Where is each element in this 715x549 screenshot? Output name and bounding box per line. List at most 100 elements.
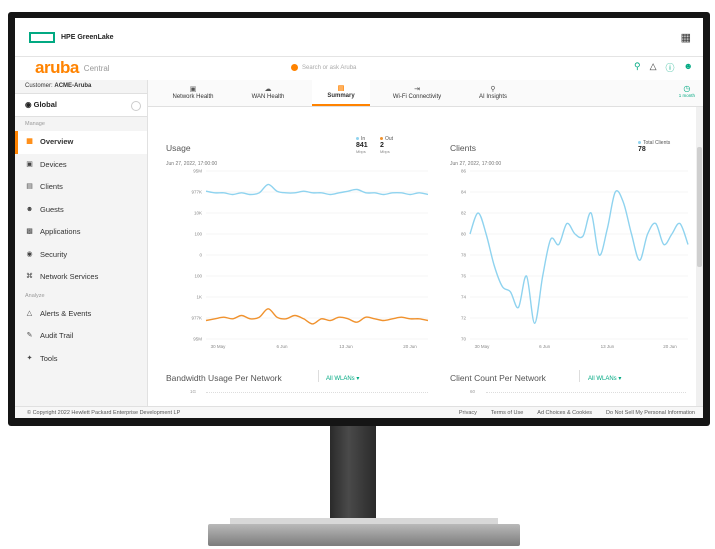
- out-legend-label: Out: [385, 136, 394, 142]
- in-value: 841: [356, 142, 368, 149]
- client-count-tick: 60: [470, 389, 476, 394]
- security-icon: ◉: [26, 250, 33, 258]
- out-value: 2: [380, 142, 384, 149]
- do-not-sell-link[interactable]: Do Not Sell My Personal Information: [606, 410, 695, 416]
- sidebar-item-label: Alerts & Events: [40, 308, 92, 318]
- cloud-icon: ☁: [264, 86, 272, 93]
- divider: [318, 370, 319, 382]
- out-unit: Mbps: [380, 149, 390, 154]
- hpe-header: HPE GreenLake ▦: [15, 18, 703, 57]
- help-icon[interactable]: ⓘ: [666, 61, 675, 74]
- bandwidth-title: Bandwidth Usage Per Network: [166, 373, 282, 383]
- lightbulb-icon: ⚲: [490, 86, 496, 93]
- y-tick-label: 0: [199, 253, 202, 258]
- tab-ai-insights[interactable]: ⚲ AI Insights: [466, 80, 520, 106]
- time-range-label: 1 month: [678, 93, 695, 98]
- sidebar-item-audit-trail[interactable]: ✎ Audit Trail: [15, 325, 147, 348]
- bandwidth-filter-label: All WLANs: [326, 376, 355, 382]
- connectivity-icon: ⇥: [414, 86, 420, 93]
- search-icon[interactable]: ⚲: [634, 61, 641, 74]
- sidebar-item-label: Devices: [40, 159, 67, 169]
- sidebar-item-tools[interactable]: ✦ Tools: [15, 348, 147, 371]
- tab-wifi-connectivity[interactable]: ⇥ Wi-Fi Connectivity: [380, 80, 454, 106]
- tab-label: Wi-Fi Connectivity: [392, 94, 442, 100]
- guests-icon: ☻: [25, 205, 34, 213]
- y-tick-label: 82: [461, 211, 467, 216]
- x-tick-label: 20 Jun: [403, 344, 417, 349]
- sidebar: Customer: ACME-Aruba ◉ Global Manage ▦ O…: [15, 80, 148, 406]
- time-range-selector[interactable]: ◷ 1 month: [679, 84, 695, 98]
- sidebar-item-devices[interactable]: ▣ Devices: [15, 154, 147, 177]
- clients-total: 78: [638, 146, 646, 153]
- sidebar-item-applications[interactable]: ▩ Applications: [15, 221, 147, 244]
- scope-label: Global: [33, 100, 57, 109]
- x-tick-label: 30 May: [475, 344, 491, 349]
- client-count-filter[interactable]: All WLANs ▾: [588, 375, 621, 382]
- y-tick-label: 86: [461, 169, 467, 174]
- y-tick-label: 78: [461, 253, 467, 258]
- tab-summary[interactable]: ▤ Summary: [312, 80, 370, 106]
- series-line-out: [205, 308, 428, 325]
- sidebar-item-network-services[interactable]: ⌘ Network Services: [15, 266, 147, 289]
- sidebar-item-label: Tools: [40, 353, 58, 363]
- y-tick-label: 84: [461, 190, 467, 195]
- sidebar-item-guests[interactable]: ☻ Guests: [15, 199, 147, 222]
- clients-icon: ▤: [26, 183, 33, 190]
- y-tick-label: 76: [461, 274, 467, 279]
- search-bar[interactable]: Search or ask Aruba: [291, 61, 621, 74]
- privacy-link[interactable]: Privacy: [459, 410, 477, 416]
- tab-network-health[interactable]: ▣ Network Health: [158, 80, 228, 106]
- sidebar-item-label: Audit Trail: [40, 331, 74, 340]
- sidebar-item-clients[interactable]: ▤ Clients: [15, 176, 147, 199]
- search-input[interactable]: Search or ask Aruba: [302, 65, 356, 71]
- sidebar-item-label: Clients: [40, 182, 63, 191]
- aruba-logo[interactable]: aruba: [35, 58, 79, 78]
- usage-legend-out: Out 2 Mbps: [380, 136, 393, 154]
- y-tick-label: 72: [461, 316, 467, 321]
- sidebar-item-label: Guests: [40, 204, 64, 214]
- bell-icon: △: [26, 309, 33, 317]
- terms-link[interactable]: Terms of Use: [491, 410, 523, 416]
- bandwidth-tick: 1G: [190, 389, 197, 394]
- scope-toggle-icon[interactable]: [131, 101, 141, 111]
- client-count-title: Client Count Per Network: [450, 373, 546, 383]
- usage-title: Usage: [166, 143, 191, 153]
- scroll-thumb[interactable]: [697, 147, 702, 267]
- customer-selector[interactable]: Customer: ACME-Aruba: [15, 80, 147, 94]
- sidebar-item-label: Network Services: [40, 272, 99, 281]
- sidebar-item-label: Overview: [40, 137, 74, 146]
- monitor-stand-neck: [330, 426, 376, 526]
- x-tick-label: 13 Jun: [339, 344, 353, 349]
- out-legend-dot: [380, 137, 383, 141]
- audit-icon: ✎: [26, 332, 33, 339]
- sidebar-item-label: Security: [40, 249, 68, 259]
- aruba-search-icon: [291, 64, 298, 71]
- tab-wan-health[interactable]: ☁ WAN Health: [238, 80, 298, 106]
- usage-legend-in: In 841 Mbps: [356, 136, 368, 154]
- ad-choices-link[interactable]: Ad Choices & Cookies: [537, 410, 592, 416]
- y-tick-label: 1K: [196, 295, 202, 300]
- client-count-filter-label: All WLANs: [588, 376, 617, 382]
- bell-icon[interactable]: △: [650, 61, 657, 74]
- manage-section-label: Manage: [25, 121, 45, 127]
- scope-selector[interactable]: ◉ Global: [15, 94, 147, 117]
- clients-legend: Total Clients 78: [638, 140, 670, 153]
- footer-links: Privacy Terms of Use Ad Choices & Cookie…: [459, 410, 695, 416]
- y-tick-label: 977K: [191, 316, 202, 321]
- user-icon[interactable]: ☻: [684, 61, 693, 74]
- sidebar-item-alerts-events[interactable]: △ Alerts & Events: [15, 303, 147, 326]
- top-icons: ⚲ △ ⓘ ☻: [634, 61, 693, 74]
- sidebar-item-label: Applications: [40, 227, 81, 236]
- bandwidth-filter[interactable]: All WLANs ▾: [326, 375, 359, 382]
- sidebar-item-security[interactable]: ◉ Security: [15, 244, 147, 267]
- summary-content: Usage Jun 27, 2022, 17:00:00 In 841 Mbps…: [148, 107, 696, 406]
- y-tick-label: 74: [461, 295, 467, 300]
- series-line-total-clients: [469, 190, 689, 325]
- tab-label: Summary: [327, 93, 355, 99]
- footer: © Copyright 2022 Hewlett Packard Enterpr…: [15, 406, 703, 418]
- summary-icon: ▤: [337, 85, 345, 92]
- scrollbar[interactable]: [696, 107, 703, 406]
- in-unit: Mbps: [356, 149, 366, 154]
- app-grid-icon[interactable]: ▦: [681, 31, 691, 44]
- sidebar-item-overview[interactable]: ▦ Overview: [15, 131, 147, 154]
